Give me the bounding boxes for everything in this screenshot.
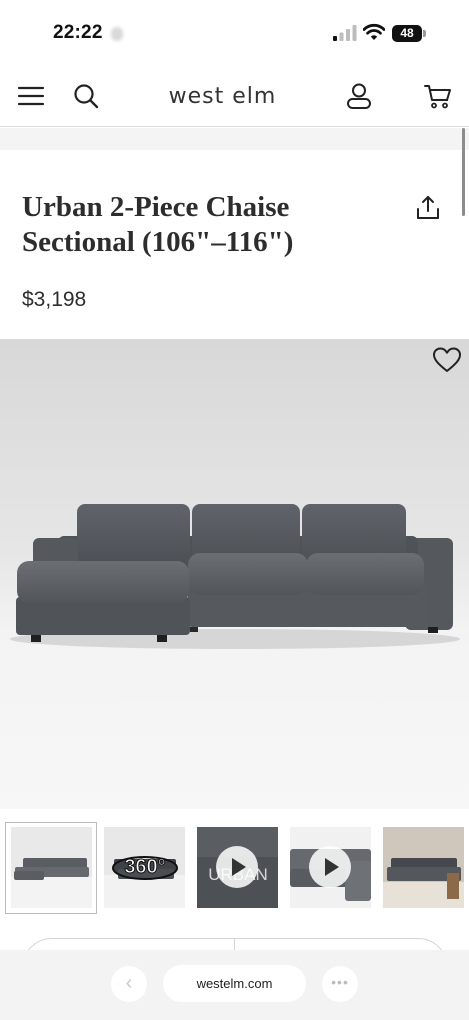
site-header: west elm [0,66,469,127]
back-button[interactable]: ‹ [111,966,147,1002]
share-icon[interactable] [414,194,442,222]
thumbnail-room[interactable] [383,827,464,908]
product-hero-image[interactable] [0,339,469,809]
scrollbar[interactable] [462,128,465,216]
sofa-image [10,504,460,649]
thumbnail-video-urban[interactable]: URBAN [197,827,278,908]
header-spacer [0,128,469,150]
battery-icon: 48 [392,25,426,42]
thumbnail-360[interactable]: 360° [104,827,185,908]
play-icon [309,846,351,888]
thumbnail-strip: 360° URBAN [0,818,469,918]
address-bar[interactable]: westelm.com [163,965,306,1002]
thumbnail-360-label: 360° [124,856,165,878]
heart-icon[interactable] [432,346,462,374]
status-bar: 22:22 48 [0,0,469,66]
product-price: $3,198 [22,288,87,311]
status-time: 22:22 [53,22,103,43]
signal-icon [333,25,357,41]
account-icon[interactable] [345,82,373,110]
more-options-button[interactable]: ••• [322,966,358,1002]
wifi-icon [363,23,385,40]
play-icon [216,846,258,888]
product-title: Urban 2-Piece Chaise Sectional (106"–116… [22,191,294,258]
thumbnail-video-sofa[interactable] [290,827,371,908]
battery-tip [423,30,426,37]
cart-icon[interactable] [424,82,452,110]
battery-level: 48 [392,25,422,42]
site-logo[interactable]: west elm [0,84,445,109]
status-indicator [111,27,123,41]
thumbnail-sofa-main[interactable] [11,827,92,908]
